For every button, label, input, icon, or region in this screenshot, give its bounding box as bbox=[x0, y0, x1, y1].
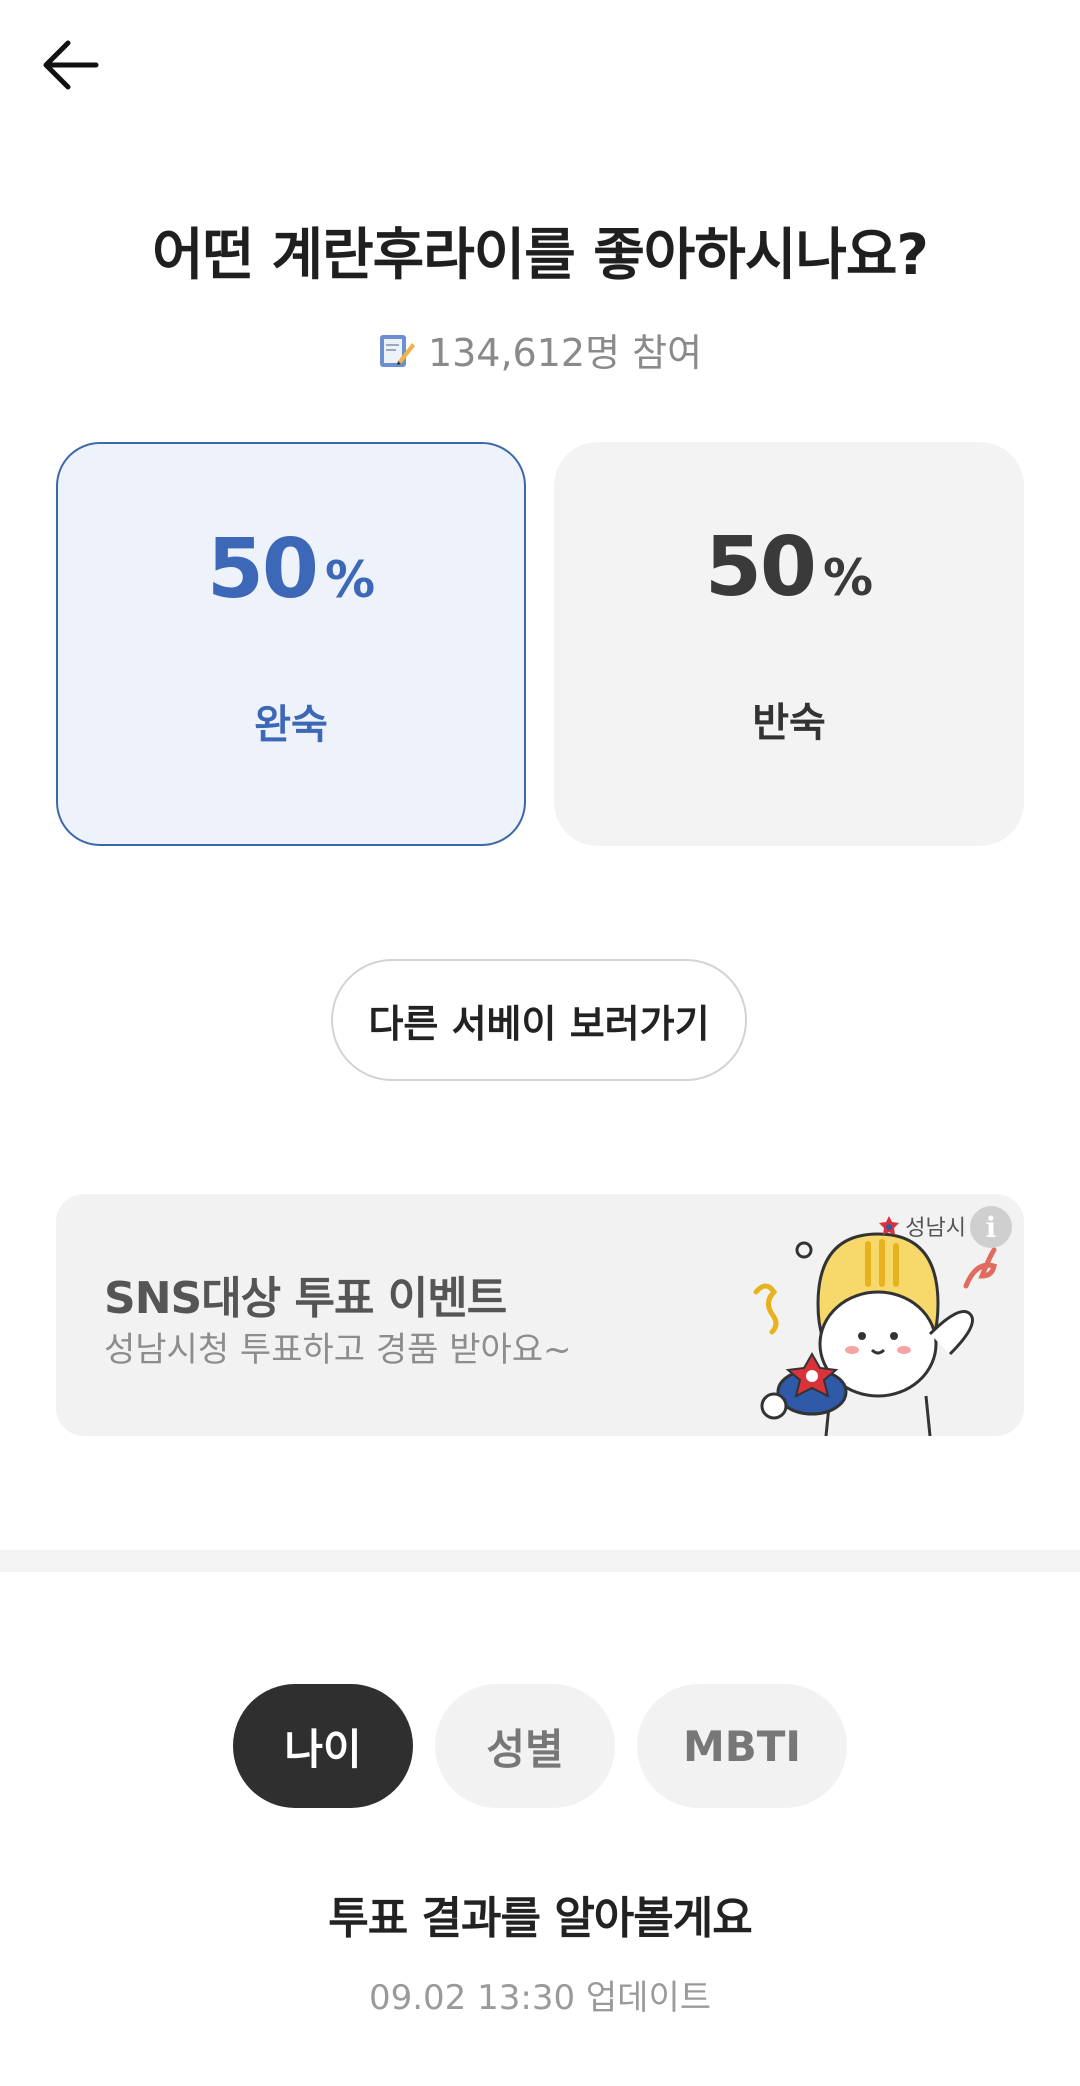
results-title: 투표 결과를 알아볼게요 bbox=[328, 1893, 752, 1944]
option-1-percent: 50% bbox=[58, 522, 524, 617]
option-card-1[interactable]: 50% 완숙 bbox=[56, 442, 526, 846]
event-banner[interactable]: SNS대상 투표 이벤트 성남시청 투표하고 경품 받아요~ 성남시 i bbox=[56, 1194, 1024, 1436]
info-icon[interactable]: i bbox=[970, 1206, 1012, 1248]
option-1-percent-value: 50 bbox=[206, 522, 319, 617]
tab-age[interactable]: 나이 bbox=[233, 1684, 413, 1808]
back-button[interactable] bbox=[38, 30, 108, 100]
question-title: 어떤 계란후라이를 좋아하시나요? bbox=[152, 223, 929, 288]
option-2-label: 반숙 bbox=[752, 700, 826, 746]
section-divider bbox=[0, 1550, 1080, 1572]
option-2-percent-unit: % bbox=[823, 549, 874, 607]
tab-gender[interactable]: 성별 bbox=[435, 1684, 615, 1808]
result-filter-tabs: 나이 성별 MBTI bbox=[0, 1684, 1080, 1808]
sponsor-name: 성남시 bbox=[905, 1216, 966, 1241]
option-card-2[interactable]: 50% 반숙 bbox=[554, 442, 1024, 846]
option-1-label: 완숙 bbox=[254, 702, 328, 748]
participants-count: 134,612명 참여 bbox=[0, 322, 1080, 377]
arrow-left-icon bbox=[43, 40, 99, 90]
option-2-percent-value: 50 bbox=[704, 520, 817, 615]
update-timestamp: 09.02 13:30 업데이트 bbox=[368, 1978, 712, 2018]
sponsor-logo: 성남시 bbox=[877, 1210, 966, 1242]
flower-logo-icon bbox=[879, 1216, 900, 1235]
tab-mbti[interactable]: MBTI bbox=[637, 1684, 847, 1808]
banner-subtitle: 성남시청 투표하고 경품 받아요~ bbox=[104, 1330, 572, 1370]
banner-title: SNS대상 투표 이벤트 bbox=[104, 1273, 507, 1324]
participants-text: 134,612명 참여 bbox=[427, 331, 703, 375]
other-surveys-button[interactable]: 다른 서베이 보러가기 bbox=[331, 959, 747, 1081]
option-2-percent: 50% bbox=[554, 520, 1024, 615]
memo-icon bbox=[379, 334, 415, 367]
option-1-percent-unit: % bbox=[325, 551, 376, 609]
